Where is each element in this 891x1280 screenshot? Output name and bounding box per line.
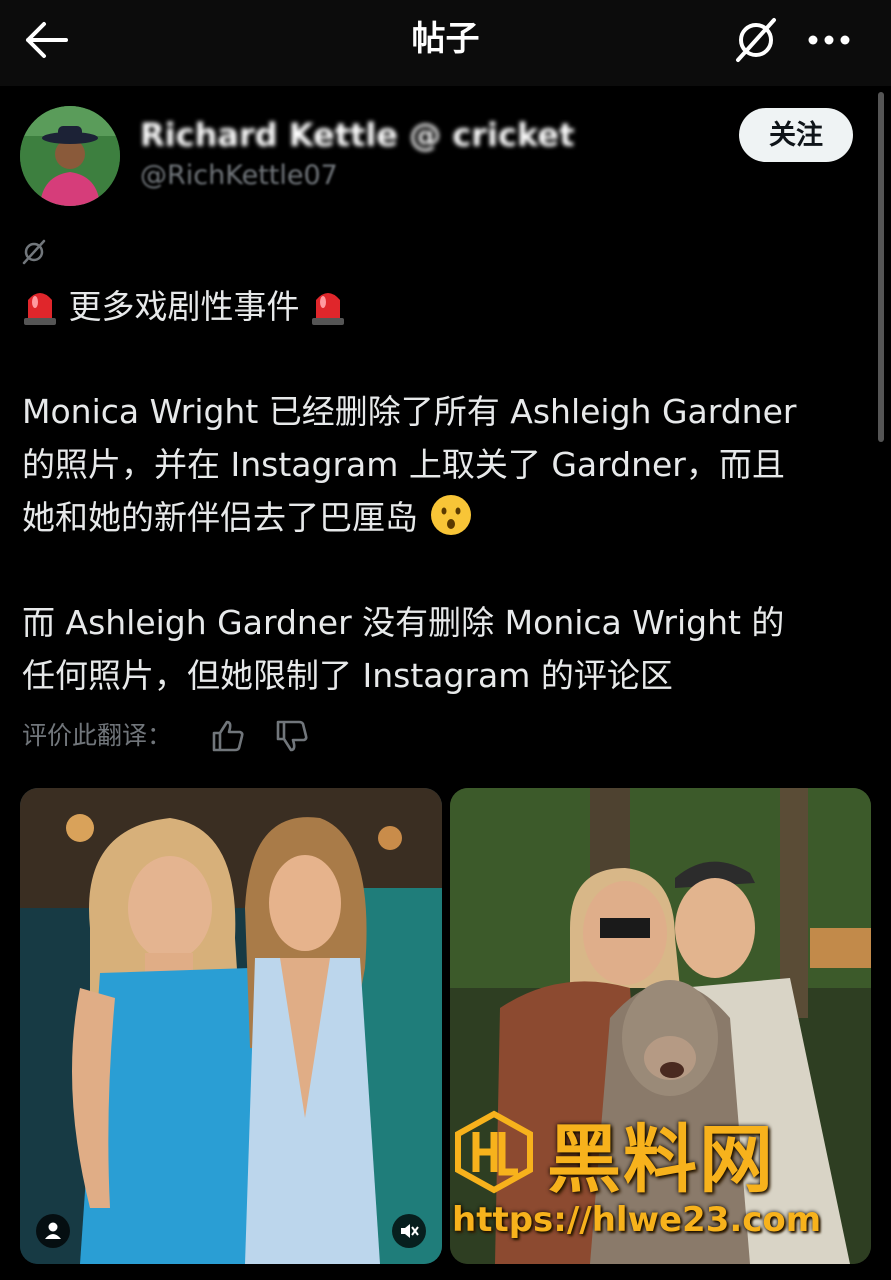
post-text: 她和她的新伴侣去了巴厘岛 <box>22 498 418 537</box>
no-translate-icon <box>22 239 46 265</box>
follow-button[interactable]: 关注 <box>739 108 853 162</box>
siren-emoji-icon <box>312 293 344 325</box>
post-paragraph-1-line-3: 她和她的新伴侣去了巴厘岛 <box>22 491 872 544</box>
headline-text: 更多戏剧性事件 <box>68 287 300 326</box>
thumbs-down-icon[interactable] <box>274 718 310 754</box>
post-photo-2[interactable] <box>450 788 871 1264</box>
scrollbar[interactable] <box>878 92 884 442</box>
person-tag-icon[interactable] <box>36 1214 70 1248</box>
no-translate-icon[interactable] <box>730 16 782 64</box>
author-handle[interactable]: @RichKettle07 <box>140 160 338 191</box>
top-bar: 帖子 <box>0 0 891 86</box>
more-dots-icon[interactable] <box>804 22 854 58</box>
mute-icon[interactable] <box>392 1214 426 1248</box>
post-paragraph-2-line-1: 而 Ashleigh Gardner 没有删除 Monica Wright 的 <box>22 603 785 642</box>
post-photo-1[interactable] <box>20 788 442 1264</box>
thumbs-up-icon[interactable] <box>210 718 246 754</box>
post-paragraph-1-line-1: Monica Wright 已经删除了所有 Ashleigh Gardner <box>22 392 797 431</box>
siren-emoji-icon <box>24 293 56 325</box>
post-headline: 更多戏剧性事件 <box>22 280 872 333</box>
post-paragraph-1-line-2: 的照片，并在 Instagram 上取关了 Gardner，而且 <box>22 445 785 484</box>
rate-translation-label: 评价此翻译： <box>22 721 173 750</box>
post-paragraph-2-line-2: 任何照片，但她限制了 Instagram 的评论区 <box>22 656 673 695</box>
author-display-name[interactable]: Richard Kettle @ cricket fan <box>140 116 580 154</box>
avatar[interactable] <box>20 106 120 206</box>
hushed-face-emoji-icon <box>430 495 471 535</box>
